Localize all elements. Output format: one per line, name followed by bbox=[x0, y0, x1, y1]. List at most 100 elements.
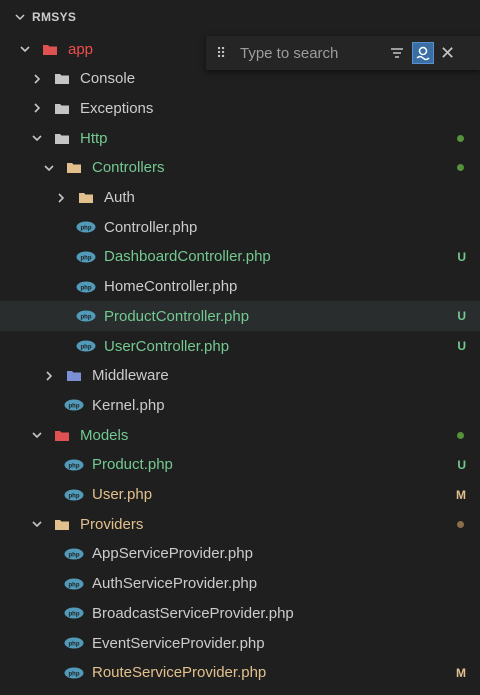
tree-folder-item[interactable]: Auth bbox=[0, 183, 480, 213]
tree-file-item[interactable]: php RouteServiceProvider.php M bbox=[0, 658, 480, 688]
php-file-icon: php bbox=[64, 397, 84, 413]
tree-folder-item[interactable]: Providers bbox=[0, 509, 480, 539]
tree-find-widget: ⠿ ✕ bbox=[206, 36, 480, 70]
svg-text:php: php bbox=[69, 582, 80, 588]
tree-item-label: Controller.php bbox=[104, 218, 198, 236]
chevron-down-icon[interactable] bbox=[30, 517, 44, 531]
tree-item-label: Middleware bbox=[92, 367, 169, 385]
tree-item-label: RouteServiceProvider.php bbox=[92, 664, 267, 682]
folder-middleware-icon bbox=[64, 368, 84, 384]
git-status-badge: U bbox=[457, 457, 466, 472]
tree-file-item[interactable]: php EventServiceProvider.php bbox=[0, 628, 480, 658]
svg-text:php: php bbox=[81, 285, 92, 291]
tree-folder-item[interactable]: Controllers bbox=[0, 153, 480, 183]
tree-item-label: DashboardController.php bbox=[104, 248, 271, 266]
tree-item-label: Product.php bbox=[92, 456, 173, 474]
svg-text:php: php bbox=[69, 552, 80, 558]
tree-folder-item[interactable]: Models bbox=[0, 420, 480, 450]
tree-item-label: Kernel.php bbox=[92, 396, 165, 414]
tree-file-item[interactable]: php UserController.php U bbox=[0, 331, 480, 361]
tree-folder-item[interactable]: Http bbox=[0, 123, 480, 153]
tree-item-label: app bbox=[68, 40, 94, 58]
git-status-badge: M bbox=[456, 665, 466, 680]
git-status-badge: U bbox=[457, 309, 466, 324]
php-file-icon: php bbox=[64, 605, 84, 621]
php-file-icon: php bbox=[64, 487, 84, 503]
svg-text:php: php bbox=[69, 641, 80, 647]
svg-text:php: php bbox=[81, 255, 92, 261]
git-status-badge: U bbox=[457, 249, 466, 264]
php-file-icon: php bbox=[76, 338, 96, 354]
chevron-right-icon[interactable] bbox=[42, 369, 56, 383]
chevron-down-icon[interactable] bbox=[30, 428, 44, 442]
tree-file-item[interactable]: php Product.php U bbox=[0, 450, 480, 480]
tree-item-label: Models bbox=[80, 426, 129, 444]
tree-folder-item[interactable]: Exceptions bbox=[0, 93, 480, 123]
tree-folder-item[interactable]: Middleware bbox=[0, 361, 480, 391]
svg-text:php: php bbox=[69, 463, 80, 469]
chevron-down-icon[interactable] bbox=[18, 42, 32, 56]
chevron-right-icon[interactable] bbox=[30, 72, 44, 86]
svg-text:php: php bbox=[69, 493, 80, 499]
filter-icon[interactable] bbox=[386, 42, 408, 64]
chevron-down-icon[interactable] bbox=[30, 131, 44, 145]
folder-icon bbox=[52, 71, 72, 87]
tree-item-label: Auth bbox=[104, 189, 135, 206]
tree-item-label: BroadcastServiceProvider.php bbox=[92, 604, 294, 622]
explorer-panel: RMSYS app Console Exceptions Http Controller… bbox=[0, 0, 480, 695]
tree-item-label: AuthServiceProvider.php bbox=[92, 575, 258, 593]
folder-controllers-icon bbox=[64, 160, 84, 176]
fuzzy-match-toggle-icon[interactable] bbox=[412, 42, 434, 64]
git-status-dot bbox=[457, 134, 464, 142]
folder-icon bbox=[52, 100, 72, 116]
tree-file-item[interactable]: php Controller.php bbox=[0, 212, 480, 242]
git-status-dot bbox=[457, 520, 464, 528]
git-status-dot bbox=[457, 164, 464, 172]
tree-item-label: HomeController.php bbox=[104, 278, 238, 296]
tree-item-label: Exceptions bbox=[80, 99, 154, 117]
folder-auth-icon bbox=[76, 190, 96, 206]
tree-item-label: UserController.php bbox=[104, 337, 230, 355]
tree-item-label: User.php bbox=[92, 486, 153, 503]
chevron-right-icon[interactable] bbox=[30, 101, 44, 115]
workspace-section-header[interactable]: RMSYS bbox=[0, 4, 480, 30]
php-file-icon: php bbox=[64, 576, 84, 592]
tree-item-label: Providers bbox=[80, 515, 144, 533]
tree-file-item[interactable]: php ProductController.php U bbox=[0, 301, 480, 332]
tree-file-item[interactable]: php Kernel.php bbox=[0, 390, 480, 420]
php-file-icon: php bbox=[64, 546, 84, 562]
php-file-icon: php bbox=[76, 279, 96, 295]
tree-file-item[interactable]: php User.php M bbox=[0, 480, 480, 510]
folder-models-icon bbox=[52, 427, 72, 443]
tree-item-label: ProductController.php bbox=[104, 307, 250, 325]
git-status-dot bbox=[457, 431, 464, 439]
tree-item-label: Controllers bbox=[92, 159, 165, 177]
search-input[interactable] bbox=[238, 41, 382, 65]
git-status-badge: U bbox=[457, 339, 466, 353]
tree-item-label: AppServiceProvider.php bbox=[92, 545, 253, 563]
tree-file-item[interactable]: php HomeController.php bbox=[0, 272, 480, 302]
git-status-badge: M bbox=[456, 487, 466, 502]
php-file-icon: php bbox=[76, 308, 96, 324]
svg-text:php: php bbox=[69, 612, 80, 618]
chevron-right-icon[interactable] bbox=[54, 191, 68, 205]
folder-open-icon bbox=[52, 130, 72, 146]
chevron-down-icon[interactable] bbox=[42, 161, 56, 175]
chevron-down-icon bbox=[14, 11, 28, 23]
close-icon[interactable]: ✕ bbox=[440, 43, 455, 64]
drag-handle-icon[interactable]: ⠿ bbox=[216, 45, 228, 62]
tree-item-label: Http bbox=[80, 129, 108, 147]
tree-file-item[interactable]: php AppServiceProvider.php bbox=[0, 539, 480, 569]
tree-file-item[interactable]: php BroadcastServiceProvider.php bbox=[0, 598, 480, 628]
svg-text:php: php bbox=[69, 404, 80, 410]
php-file-icon: php bbox=[76, 219, 96, 235]
php-file-icon: php bbox=[64, 665, 84, 681]
tree-file-item[interactable]: php AuthServiceProvider.php bbox=[0, 569, 480, 599]
svg-text:php: php bbox=[69, 671, 80, 677]
php-file-icon: php bbox=[64, 457, 84, 473]
workspace-title: RMSYS bbox=[32, 10, 77, 24]
tree-file-item[interactable]: php DashboardController.php U bbox=[0, 242, 480, 272]
php-file-icon: php bbox=[76, 249, 96, 265]
svg-text:php: php bbox=[81, 225, 92, 231]
tree-item-label: EventServiceProvider.php bbox=[92, 634, 265, 652]
